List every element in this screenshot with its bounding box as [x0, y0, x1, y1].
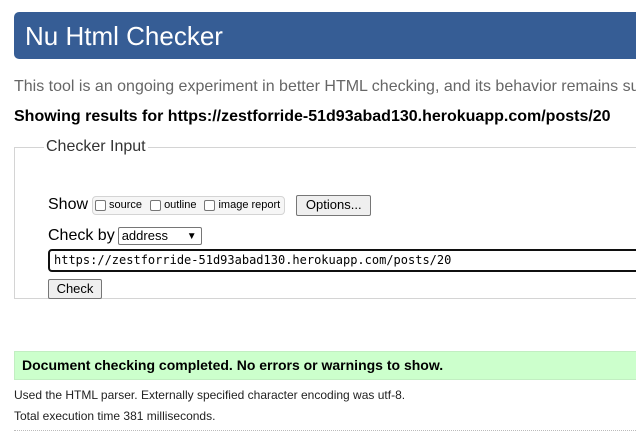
show-source-option[interactable]: source	[95, 199, 142, 211]
check-by-selected-value: address	[121, 228, 168, 243]
url-input[interactable]: https://zestforride-51d93abad130.herokua…	[48, 249, 636, 272]
intro-text: This tool is an ongoing experiment in be…	[14, 78, 636, 95]
check-by-row: Check by address ▼	[48, 226, 202, 246]
show-label: Show	[48, 196, 89, 213]
options-button[interactable]: Options...	[296, 194, 372, 216]
parser-info-text: Used the HTML parser. Externally specifi…	[14, 388, 406, 402]
chevron-down-icon: ▼	[186, 231, 197, 242]
showing-results-heading: Showing results for https://zestforride-…	[14, 108, 611, 125]
outline-option-label: outline	[164, 199, 197, 211]
check-by-label: Check by	[48, 227, 115, 244]
image-report-option-label: image report	[218, 199, 281, 211]
bottom-divider	[14, 430, 636, 431]
outline-checkbox[interactable]	[150, 199, 162, 211]
show-outline-option[interactable]: outline	[150, 199, 196, 211]
source-option-label: source	[109, 199, 143, 211]
success-message: Document checking completed. No errors o…	[14, 351, 636, 380]
execution-time-text: Total execution time 381 milliseconds.	[14, 409, 216, 423]
checker-input-legend: Checker Input	[46, 138, 146, 155]
page: Nu Html Checker This tool is an ongoing …	[0, 0, 636, 432]
check-by-select[interactable]: address ▼	[117, 227, 202, 245]
page-title: Nu Html Checker	[25, 21, 223, 51]
source-checkbox[interactable]	[95, 199, 107, 211]
show-image-report-option[interactable]: image report	[204, 199, 280, 211]
check-button[interactable]: Check	[48, 279, 102, 299]
header-banner: Nu Html Checker	[14, 12, 636, 59]
show-options-row: Show source outline image report Options…	[48, 194, 372, 216]
image-report-checkbox[interactable]	[204, 199, 216, 211]
checker-input-fieldset: Checker Input Show source outline image …	[14, 138, 636, 299]
show-options-group: source outline image report	[92, 195, 286, 215]
